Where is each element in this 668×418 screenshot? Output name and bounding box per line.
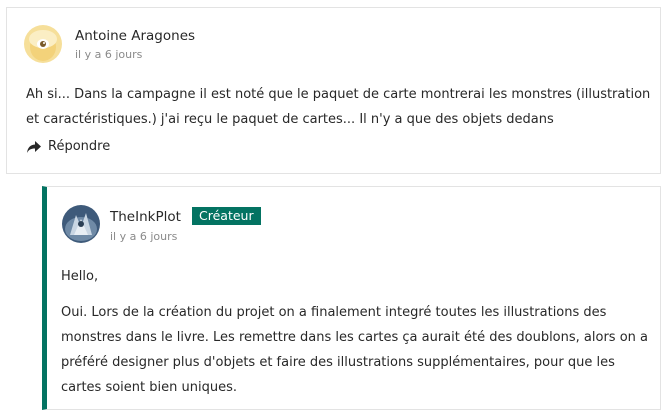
comment-reply: TheInkPlot Créateur il y a 6 jours Hello… (42, 186, 661, 410)
comment-body: Ah si... Dans la campagne il est noté qu… (26, 82, 656, 132)
creator-badge: Créateur (192, 207, 261, 225)
avatar[interactable] (62, 205, 100, 243)
reply-label: Répondre (48, 139, 111, 154)
comment-paragraph: Ah si... Dans la campagne il est noté qu… (26, 87, 651, 127)
comment-paragraph: Hello, (61, 269, 99, 284)
timestamp: il y a 6 jours (110, 230, 178, 243)
avatar[interactable] (24, 25, 62, 63)
reply-arrow-icon (26, 140, 42, 154)
comment-body: Hello, Oui. Lors de la création du proje… (61, 264, 651, 400)
author-name[interactable]: TheInkPlot (110, 209, 181, 225)
reply-button[interactable]: Répondre (26, 139, 110, 154)
comment: Antoine Aragones il y a 6 jours Ah si...… (6, 7, 661, 174)
comment-paragraph: Oui. Lors de la création du projet on a … (61, 305, 648, 395)
timestamp: il y a 6 jours (75, 48, 143, 61)
author-name[interactable]: Antoine Aragones (75, 28, 195, 44)
